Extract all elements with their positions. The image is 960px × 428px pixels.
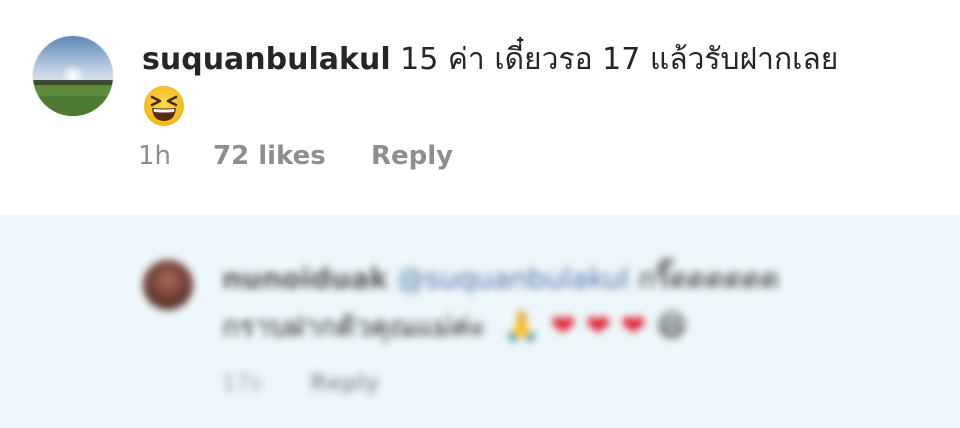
grinning-squinting-face-icon [144,86,184,126]
heart-icon: ❤ [550,309,576,344]
laughing-face-icon: 😆 [656,309,688,344]
avatar[interactable] [33,36,113,116]
reply-meta: 17s Reply [222,371,380,396]
comment-meta: 1h 72 likes Reply [138,141,453,171]
reply-time: 17s [222,371,262,396]
heart-icon: ❤ [585,309,611,344]
comment-text-line: suquanbulakul 15 ค่า เดี๋ยวรอ 17 แล้วรับ… [142,38,942,82]
reply-text-line-2: กราบฝากตัวคุณแม่ค่ะ 🙏 ❤ ❤ ❤ 😆 [222,307,922,347]
reply-text-2: กราบฝากตัวคุณแม่ค่ะ [222,310,486,343]
heart-icon: ❤ [620,309,647,344]
reply-username[interactable]: nunoiduak [222,262,388,295]
comment-body: suquanbulakul 15 ค่า เดี๋ยวรอ 17 แล้วรับ… [142,38,942,128]
comment-emoji-line [142,84,942,128]
reply-reply-button[interactable]: Reply [310,371,380,396]
comment-text: 15 ค่า เดี๋ยวรอ 17 แล้วรับฝากเลย [400,42,839,77]
reply-body: nunoiduak @suquanbulakul กรี๊ดดดดดด กราบ… [222,259,922,347]
reply-text-1: กรี๊ดดดดดด [638,262,780,295]
likes-count-button[interactable]: 72 likes [213,141,371,171]
comment-time: 1h [138,141,172,171]
reply-mention[interactable]: @suquanbulakul [397,262,629,295]
reply-text-line-1: nunoiduak @suquanbulakul กรี๊ดดดดดด [222,259,922,299]
reply-comment: nunoiduak @suquanbulakul กรี๊ดดดดดด กราบ… [0,215,960,428]
folded-hands-icon: 🙏 [503,309,541,344]
reply-button[interactable]: Reply [371,141,453,171]
comment-username[interactable]: suquanbulakul [142,42,391,77]
comment: suquanbulakul 15 ค่า เดี๋ยวรอ 17 แล้วรับ… [0,0,960,215]
reply-avatar[interactable] [143,260,193,310]
